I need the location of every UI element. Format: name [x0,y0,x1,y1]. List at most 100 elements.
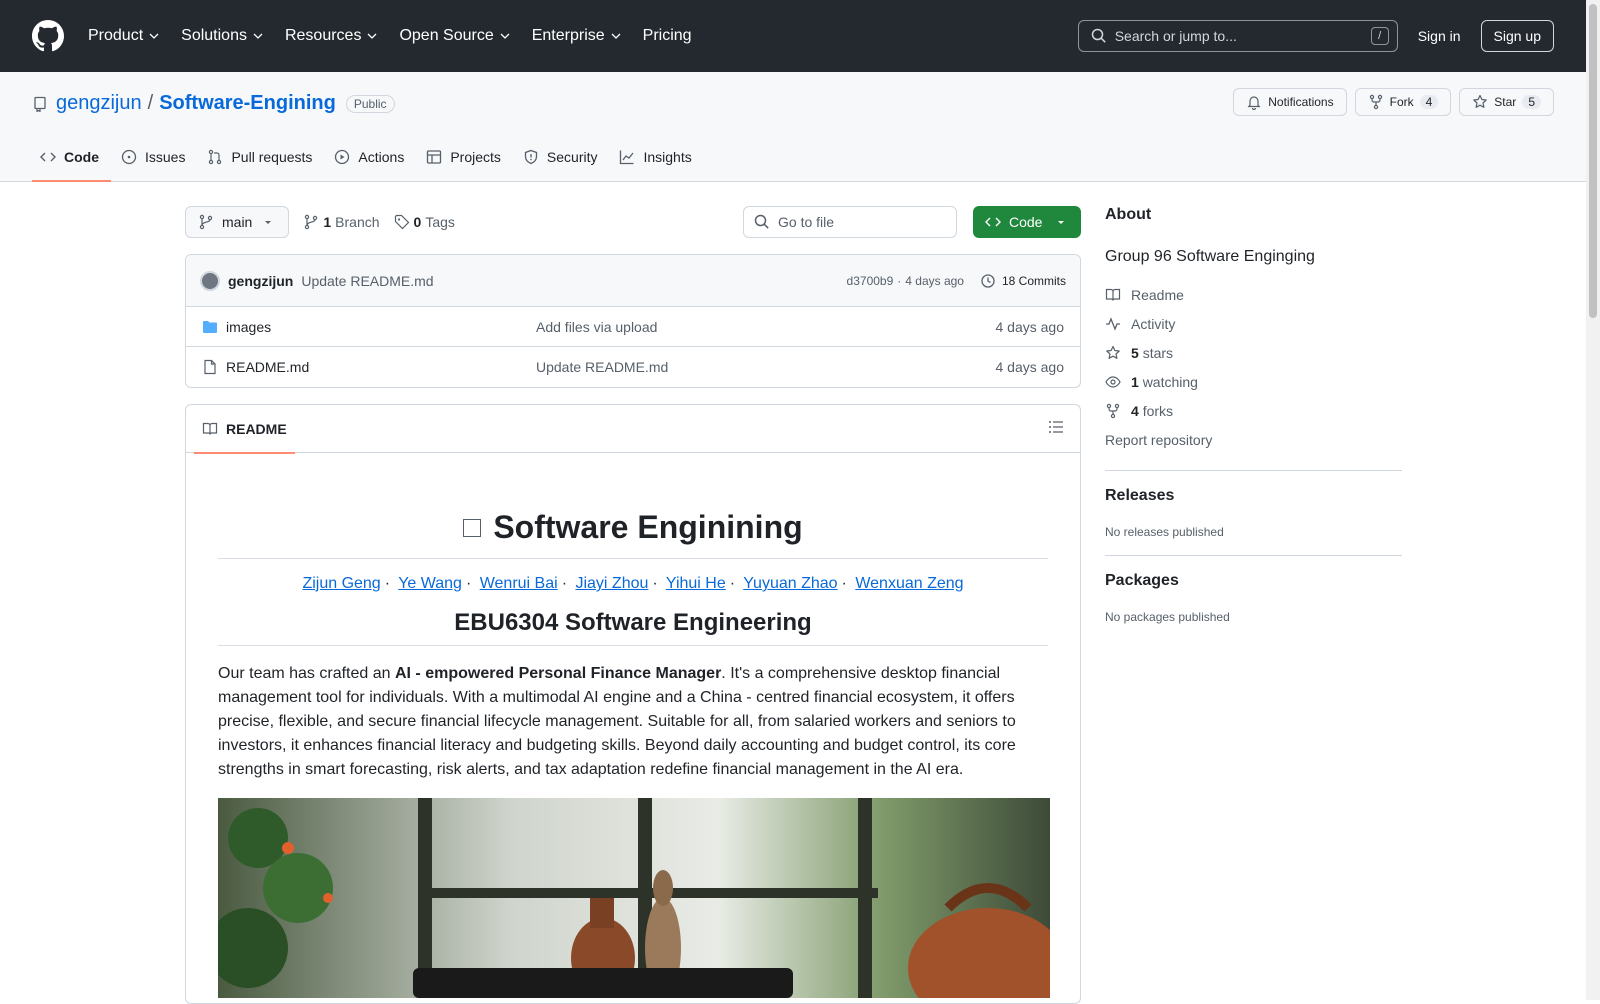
nav-label: Open Source [399,27,494,44]
file-name-link[interactable]: images [226,319,271,335]
sidebar-item-label: Readme [1131,286,1184,303]
sign-up-button[interactable]: Sign up [1480,20,1554,52]
git-branch-icon [305,214,318,230]
avatar[interactable] [200,270,220,291]
packages-heading[interactable]: Packages [1105,572,1402,590]
stars-link[interactable]: 5 stars [1105,338,1402,367]
readme-subtitle: EBU6304 Software Engineering [218,609,1048,646]
nav-enterprise[interactable]: Enterprise [532,27,631,45]
repo-name-link[interactable]: Software-Engining [159,92,336,115]
sidebar-item-count: 1 [1131,373,1139,390]
tag-icon [394,214,409,230]
sidebar-item-text: 5 stars [1131,345,1173,361]
tab-pull-requests[interactable]: Pull requests [199,133,324,181]
github-logo-icon[interactable] [32,20,64,52]
book-icon [202,422,218,435]
readme-paragraph: Our team has crafted an AI - empowered P… [218,662,1048,782]
tab-label: Issues [145,149,186,165]
shield-icon [524,149,538,165]
sidebar-item-label: Activity [1131,315,1176,332]
fork-button[interactable]: Fork 4 [1354,88,1452,116]
divider [1105,470,1402,471]
tab-projects[interactable]: Projects [418,133,513,181]
tab-label: Insights [643,149,692,165]
tab-code[interactable]: Code [32,133,111,182]
readme-link[interactable]: Readme [1105,280,1402,309]
nav-label: Resources [284,27,362,44]
top-nav: Product Solutions Resources Open Source … [88,27,714,45]
nav-pricing[interactable]: Pricing [643,27,702,45]
forks-link[interactable]: 4 forks [1105,396,1402,425]
branch-count: 1 [323,214,332,230]
tab-security[interactable]: Security [515,133,610,181]
releases-empty-text: No releases published [1105,525,1224,539]
nav-product[interactable]: Product [88,27,169,45]
authors-line: Zijun Geng · Ye Wang · Wenrui Bai · Jiayi Z… [218,575,1048,593]
repo-icon [34,96,46,112]
sign-in-link[interactable]: Sign in [1418,28,1461,44]
activity-link[interactable]: Activity [1105,309,1402,338]
releases-heading[interactable]: Releases [1105,487,1402,505]
author-link[interactable]: Yuyuan Zhao [743,575,837,592]
table-row[interactable]: images Add files via upload 4 days ago [186,307,1080,347]
commit-time: 4 days ago [905,273,964,288]
go-to-file-input[interactable]: Go to file [743,206,957,238]
watchers-link[interactable]: 1 watching [1105,367,1402,396]
repo-owner-link[interactable]: gengzijun [56,92,142,115]
nav-resources[interactable]: Resources [285,27,387,45]
code-button[interactable]: Code [973,206,1081,238]
page-scrollbar[interactable] [1586,0,1600,1000]
readme-title: Software Enginining [218,509,1048,559]
author-link[interactable]: Ye Wang [398,575,462,592]
branch-selector[interactable]: main [185,206,290,238]
repo-header: gengzijun / Software-Engining Public Not… [0,72,1586,182]
nav-solutions[interactable]: Solutions [181,27,273,45]
para-bold: AI - empowered Personal Finance Manager [394,665,722,682]
file-commit-message[interactable]: Update README.md [536,359,668,375]
author-link[interactable]: Zijun Geng [302,575,380,592]
tags-link[interactable]: 0 Tags [394,214,455,230]
git-branch-icon [199,214,213,230]
tab-actions[interactable]: Actions [326,133,416,181]
commit-author-link[interactable]: gengzijun [228,273,293,289]
notifications-button[interactable]: Notifications [1233,88,1347,116]
commit-message-link[interactable]: Update README.md [301,273,433,289]
author-link[interactable]: Wenrui Bai [480,575,558,592]
author-link[interactable]: Yihui He [666,575,726,592]
author-link[interactable]: Wenxuan Zeng [855,575,963,592]
search-placeholder: Search or jump to... [1114,28,1237,44]
graph-icon [620,150,634,165]
fork-icon [1106,403,1120,418]
tab-issues[interactable]: Issues [113,133,197,181]
nav-open-source[interactable]: Open Source [399,27,519,45]
scrollbar-thumb[interactable] [1589,4,1597,318]
file-name-cell: images [202,319,536,335]
commit-hash-link[interactable]: d3700b9 [847,274,894,288]
broken-image-icon [463,518,482,537]
global-search-input[interactable]: Search or jump to... / [1077,20,1398,52]
file-commit-message[interactable]: Add files via upload [536,319,657,335]
report-repository-link[interactable]: Report repository [1105,425,1402,454]
latest-commit-row: gengzijun Update README.md d3700b9 · 4 d… [186,255,1080,307]
repo-title: gengzijun / Software-Engining Public [32,92,395,115]
branch-name: main [222,214,253,230]
star-count: 5 [1522,95,1541,109]
repo-tabs: Code Issues Pull requests Actions Projec… [32,133,706,182]
tab-insights[interactable]: Insights [611,133,703,181]
repo-description: Group 96 Software Enginging [1105,248,1315,265]
star-button[interactable]: Star 5 [1459,88,1554,116]
file-name-link[interactable]: README.md [226,359,309,375]
tab-label: Security [546,149,598,165]
branches-link[interactable]: 1 Branch [303,214,380,230]
caret-down-icon [1058,221,1064,224]
author-link[interactable]: Jiayi Zhou [575,575,648,592]
tag-count: 0 [413,214,422,230]
list-unordered-icon [1049,421,1063,433]
code-icon [40,152,56,162]
readme-tab[interactable]: README [194,405,295,454]
tab-label: Code [64,149,99,165]
outline-button[interactable] [1048,419,1064,438]
eye-icon [1105,375,1121,388]
commits-history-link[interactable]: 18 Commits [980,273,1066,289]
table-row[interactable]: README.md Update README.md 4 days ago [186,347,1080,387]
